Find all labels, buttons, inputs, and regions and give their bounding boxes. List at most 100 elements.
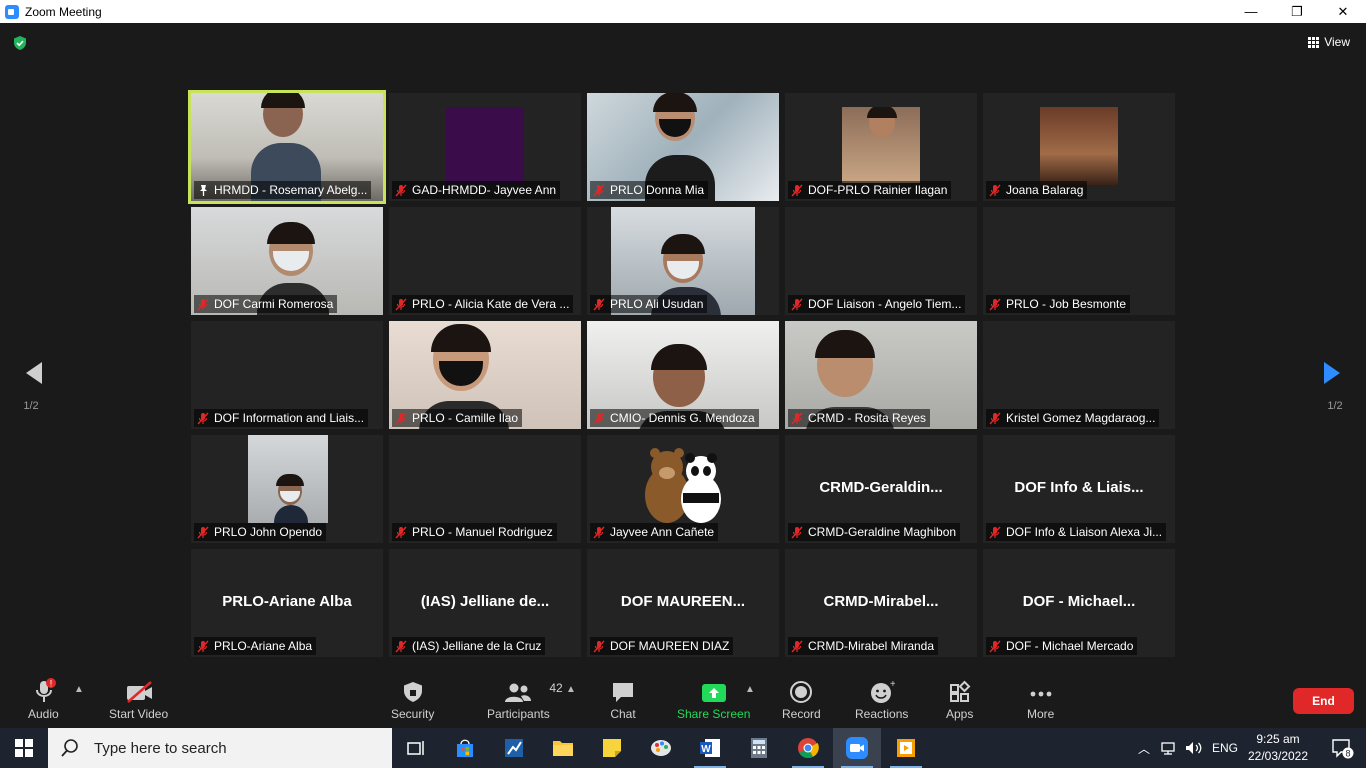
participant-tile[interactable]: DOF Information and Liais... (191, 321, 383, 429)
previous-page-button[interactable]: 1/2 (6, 358, 56, 438)
taskbar-media-app[interactable] (882, 728, 930, 768)
participant-name: Jayvee Ann Cañete (610, 525, 715, 539)
audio-options-caret[interactable]: ▲ (74, 684, 84, 695)
record-button[interactable]: Record (782, 678, 821, 721)
participant-tile[interactable]: Kristel Gomez Magdaraog... (983, 321, 1175, 429)
participant-tile[interactable]: HRMDD - Rosemary Abelg... (188, 90, 386, 204)
more-button[interactable]: More (1027, 678, 1054, 721)
taskbar-search-box[interactable]: Type here to search (48, 728, 392, 768)
microphone-muted-icon (989, 298, 1001, 310)
microphone-muted-icon (395, 298, 407, 310)
taskbar-file-explorer[interactable] (539, 728, 587, 768)
participant-tile[interactable]: PRLO Donna Mia (587, 93, 779, 201)
taskbar-chrome[interactable] (784, 728, 832, 768)
participants-label: Participants (487, 707, 550, 721)
language-indicator[interactable]: ENG (1212, 741, 1238, 755)
taskbar-store-app[interactable] (441, 728, 489, 768)
network-icon[interactable] (1160, 740, 1178, 756)
shield-icon (403, 682, 422, 702)
participant-tile[interactable]: PRLO Ali Usudan (587, 207, 779, 315)
more-dots-icon (1030, 691, 1052, 697)
reactions-button[interactable]: + Reactions (855, 678, 908, 721)
taskbar-sticky-notes[interactable] (588, 728, 636, 768)
participant-tile[interactable]: DOF Info & Liais... DOF Info & Liaison Al… (983, 435, 1175, 543)
participant-tile[interactable]: DOF Carmi Romerosa (191, 207, 383, 315)
participant-tile[interactable]: DOF Liaison - Angelo Tiem... (785, 207, 977, 315)
participant-tile[interactable]: CRMD - Rosita Reyes (785, 321, 977, 429)
apps-button[interactable]: Apps (946, 678, 973, 721)
participants-options-caret[interactable]: ▲ (566, 684, 576, 695)
restore-button[interactable]: ❐ (1274, 0, 1320, 23)
share-screen-button[interactable]: Share Screen (677, 678, 750, 721)
participant-tile[interactable]: DOF-PRLO Rainier Ilagan (785, 93, 977, 201)
participant-video (842, 107, 920, 183)
participant-name: DOF Liaison - Angelo Tiem... (808, 297, 962, 311)
svg-text:+: + (890, 680, 895, 690)
taskbar-word[interactable]: W (686, 728, 734, 768)
end-meeting-button[interactable]: End (1293, 688, 1354, 714)
show-hidden-icons-chevron-icon[interactable]: ︿ (1138, 740, 1150, 757)
taskbar-paint-app[interactable] (637, 728, 685, 768)
word-icon: W (700, 739, 720, 757)
participant-tile[interactable]: Jayvee Ann Cañete (587, 435, 779, 543)
page-indicator-left: 1/2 (23, 400, 39, 412)
start-video-label: Start Video (109, 707, 169, 721)
participant-display-name: (IAS) Jelliane de... (420, 593, 550, 610)
participant-tile[interactable]: DOF - Michael... DOF - Michael Mercado (983, 549, 1175, 657)
participant-tile[interactable]: PRLO - Alicia Kate de Vera ... (389, 207, 581, 315)
share-options-caret[interactable]: ▲ (745, 684, 755, 695)
participant-name-label: PRLO John Opendo (194, 523, 327, 541)
audio-label: Audio (28, 707, 59, 721)
participant-tile[interactable]: PRLO-Ariane Alba PRLO-Ariane Alba (191, 549, 383, 657)
taskbar-zoom[interactable] (833, 728, 881, 768)
participant-name: PRLO - Manuel Rodriguez (412, 525, 553, 539)
participant-tile[interactable]: PRLO John Opendo (191, 435, 383, 543)
microphone-muted-icon: ! (36, 678, 57, 702)
windows-taskbar: Type here to search W ︿ ENG 9:25 am 22/0… (0, 728, 1366, 768)
participant-tile[interactable]: PRLO - Manuel Rodriguez (389, 435, 581, 543)
participants-button[interactable]: 42 Participants (487, 678, 563, 721)
bears-avatar-icon (645, 448, 721, 523)
participant-tile[interactable]: GAD-HRMDD- Jayvee Ann (389, 93, 581, 201)
participant-tile[interactable]: CRMD-Geraldin... CRMD-Geraldine Maghibon (785, 435, 977, 543)
encryption-shield-icon[interactable] (12, 35, 28, 51)
participant-name-label: PRLO - Alicia Kate de Vera ... (392, 295, 574, 313)
minimize-button[interactable]: — (1228, 0, 1274, 23)
next-page-button[interactable]: 1/2 (1310, 358, 1360, 438)
start-button[interactable] (0, 728, 48, 768)
participant-tile[interactable]: CMIO- Dennis G. Mendoza (587, 321, 779, 429)
participant-name-label: HRMDD - Rosemary Abelg... (194, 181, 372, 199)
close-button[interactable]: ✕ (1320, 0, 1366, 23)
chat-button[interactable]: Chat (610, 678, 636, 721)
notifications-button[interactable]: 8 (1318, 728, 1366, 768)
participant-tile[interactable]: PRLO - Job Besmonte (983, 207, 1175, 315)
search-placeholder: Type here to search (94, 739, 227, 757)
participant-tile[interactable]: Joana Balarag (983, 93, 1175, 201)
microphone-muted-icon (593, 640, 605, 652)
participant-name-label: DOF Carmi Romerosa (194, 295, 338, 313)
video-camera-off-icon (126, 681, 152, 703)
audio-button[interactable]: ! Audio (28, 678, 59, 721)
view-button[interactable]: View (1308, 35, 1350, 49)
participant-name: PRLO-Ariane Alba (214, 639, 313, 653)
system-clock[interactable]: 9:25 am 22/03/2022 (1236, 731, 1320, 765)
participant-tile[interactable]: (IAS) Jelliane de... (IAS) Jelliane de la… (389, 549, 581, 657)
taskbar-chart-app[interactable] (490, 728, 538, 768)
participant-tile[interactable]: PRLO - Camille Ilao (389, 321, 581, 429)
participant-display-name: PRLO-Ariane Alba (222, 593, 352, 610)
participant-name-label: DOF-PRLO Rainier Ilagan (788, 181, 952, 199)
participant-tile[interactable]: CRMD-Mirabel... CRMD-Mirabel Miranda (785, 549, 977, 657)
arrow-right-icon (1324, 362, 1340, 384)
participant-video (248, 435, 328, 523)
participant-tile[interactable]: DOF MAUREEN... DOF MAUREEN DIAZ (587, 549, 779, 657)
participant-name-label: GAD-HRMDD- Jayvee Ann (392, 181, 561, 199)
volume-icon[interactable] (1184, 740, 1204, 756)
pin-icon (200, 184, 207, 196)
task-view-button[interactable] (392, 728, 440, 768)
security-button[interactable]: Security (391, 678, 434, 721)
task-view-icon (407, 741, 424, 755)
start-video-button[interactable]: Start Video (109, 678, 168, 721)
participant-name-label: DOF Info & Liaison Alexa Ji... (986, 523, 1167, 541)
taskbar-calculator[interactable] (735, 728, 783, 768)
microphone-muted-icon (989, 184, 1001, 196)
